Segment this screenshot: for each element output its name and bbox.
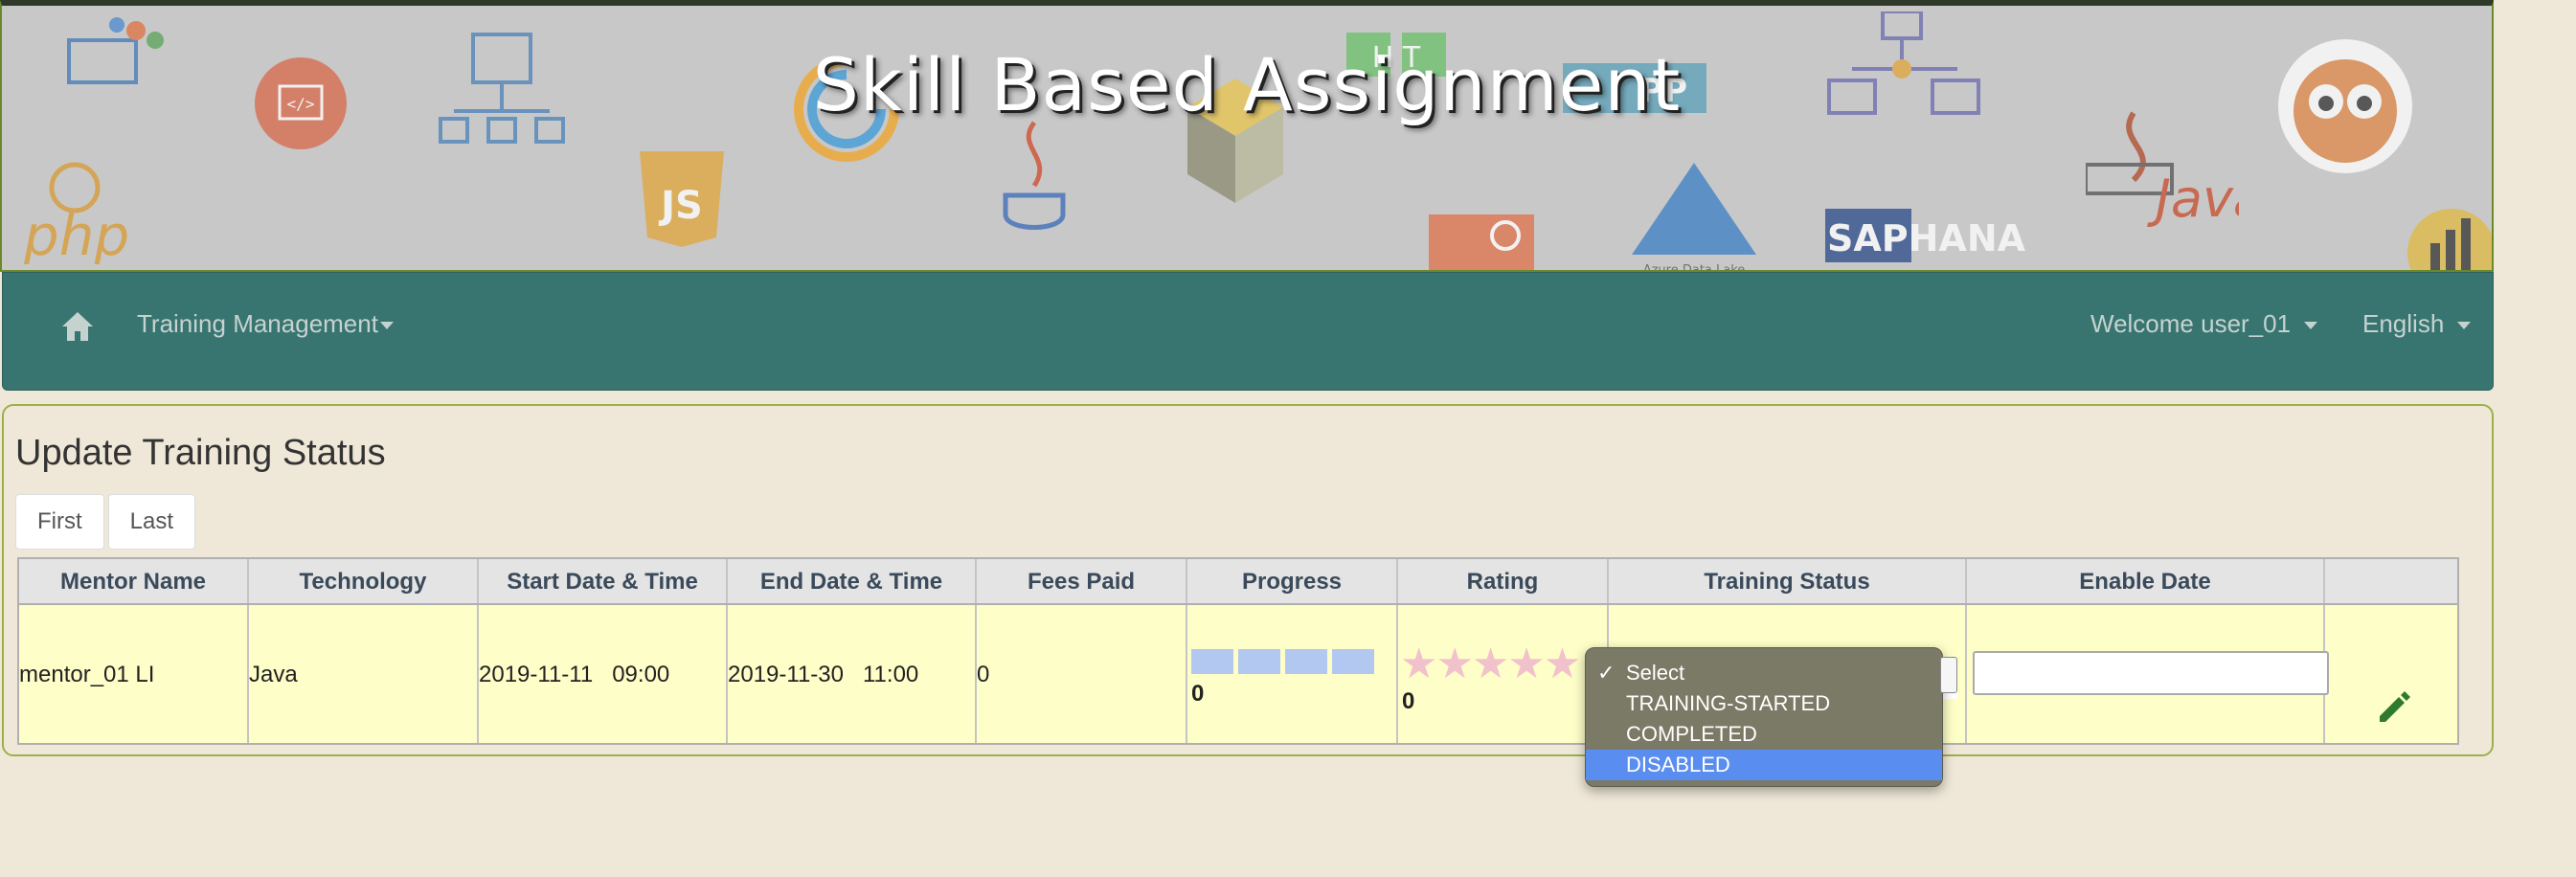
chevron-down-icon	[2457, 322, 2472, 330]
status-option-disabled[interactable]: DISABLED	[1586, 750, 1942, 780]
option-label: COMPLETED	[1626, 722, 1757, 746]
progress-value: 0	[1191, 681, 1205, 707]
page-title: Update Training Status	[15, 433, 386, 473]
chart-logo-icon	[2406, 195, 2492, 270]
update-training-panel: Update Training Status First Last Mentor…	[2, 404, 2494, 756]
home-icon[interactable]	[58, 307, 97, 346]
option-label: Select	[1626, 661, 1685, 685]
header-banner: </> php JS H T PP Azure Data Lake SAPHAN…	[0, 0, 2494, 272]
pencil-icon[interactable]	[2372, 651, 2414, 722]
progress-segment	[1332, 649, 1374, 674]
cell-mentor-name: mentor_01 LI	[19, 605, 249, 743]
status-option-training-started[interactable]: TRAINING-STARTED	[1586, 688, 1942, 719]
cell-progress: 0	[1187, 605, 1398, 743]
col-mentor-name: Mentor Name	[19, 559, 249, 603]
col-technology: Technology	[249, 559, 479, 603]
col-enable-date: Enable Date	[1967, 559, 2325, 603]
option-label: TRAINING-STARTED	[1626, 691, 1831, 715]
saphana-logo-icon: SAPHANA	[1825, 209, 2045, 266]
col-fees-paid: Fees Paid	[977, 559, 1187, 603]
col-start-date: Start Date & Time	[479, 559, 728, 603]
language-menu[interactable]: English	[2362, 309, 2472, 339]
svg-text:Azure Data Lake: Azure Data Lake	[1643, 263, 1746, 272]
training-table: Mentor Name Technology Start Date & Time…	[17, 557, 2459, 745]
cell-fees-paid: 0	[977, 605, 1187, 743]
progress-bar	[1191, 649, 1374, 674]
azure-logo-icon: Azure Data Lake	[1622, 159, 1766, 272]
language-menu-label: English	[2362, 309, 2445, 338]
progress-segment	[1285, 649, 1327, 674]
col-end-date: End Date & Time	[728, 559, 977, 603]
last-page-button[interactable]: Last	[107, 494, 196, 550]
training-status-dropdown: ✓ Select TRAINING-STARTED COMPLETED DISA…	[1585, 647, 1943, 787]
cell-start-date: 2019-11-11 09:00	[479, 605, 728, 743]
chevron-down-icon	[379, 322, 394, 330]
enable-date-input[interactable]	[1973, 651, 2329, 695]
php-logo-icon: php	[6, 159, 149, 264]
col-training-status: Training Status	[1609, 559, 1967, 603]
svg-text:JS: JS	[658, 184, 703, 228]
mongo-logo-icon	[1429, 214, 1544, 270]
table-row: mentor_01 LI Java 2019-11-11 09:00 2019-…	[17, 605, 2459, 745]
user-menu-label: Welcome user_01	[2090, 309, 2292, 338]
cell-actions	[2325, 605, 2461, 743]
select-arrows-icon[interactable]	[1940, 657, 1957, 693]
progress-segment	[1191, 649, 1233, 674]
user-menu[interactable]: Welcome user_01	[2090, 309, 2318, 339]
progress-segment	[1238, 649, 1280, 674]
option-label: DISABLED	[1626, 753, 1730, 776]
pagination: First Last	[15, 494, 196, 550]
svg-text:Java: Java	[2147, 169, 2239, 228]
chevron-down-icon	[2304, 322, 2318, 330]
java-cup-logo-icon	[986, 119, 1082, 243]
cell-end-date: 2019-11-30 11:00	[728, 605, 977, 743]
rating-value: 0	[1402, 688, 1415, 714]
svg-text:php: php	[23, 203, 129, 264]
checkmark-icon: ✓	[1597, 661, 1616, 685]
table-header: Mentor Name Technology Start Date & Time…	[17, 557, 2459, 605]
svg-text:SAPHANA: SAPHANA	[1827, 217, 2026, 259]
js-logo-icon: JS	[636, 147, 728, 251]
col-progress: Progress	[1187, 559, 1398, 603]
banner-title: Skill Based Assignment	[812, 42, 1682, 127]
col-actions	[2325, 559, 2461, 603]
training-management-menu[interactable]: Training Management	[137, 309, 394, 339]
star-rating[interactable]: ★★★★★	[1400, 643, 1581, 686]
status-option-select[interactable]: ✓ Select	[1586, 658, 1942, 688]
main-navbar: Training Management Welcome user_01 Engl…	[2, 272, 2494, 391]
training-management-label: Training Management	[137, 309, 378, 338]
cell-enable-date	[1967, 605, 2329, 743]
first-page-button[interactable]: First	[15, 494, 104, 550]
status-option-completed[interactable]: COMPLETED	[1586, 719, 1942, 750]
cell-technology: Java	[249, 605, 479, 743]
cell-rating: ★★★★★ 0	[1398, 605, 1609, 743]
col-rating: Rating	[1398, 559, 1609, 603]
